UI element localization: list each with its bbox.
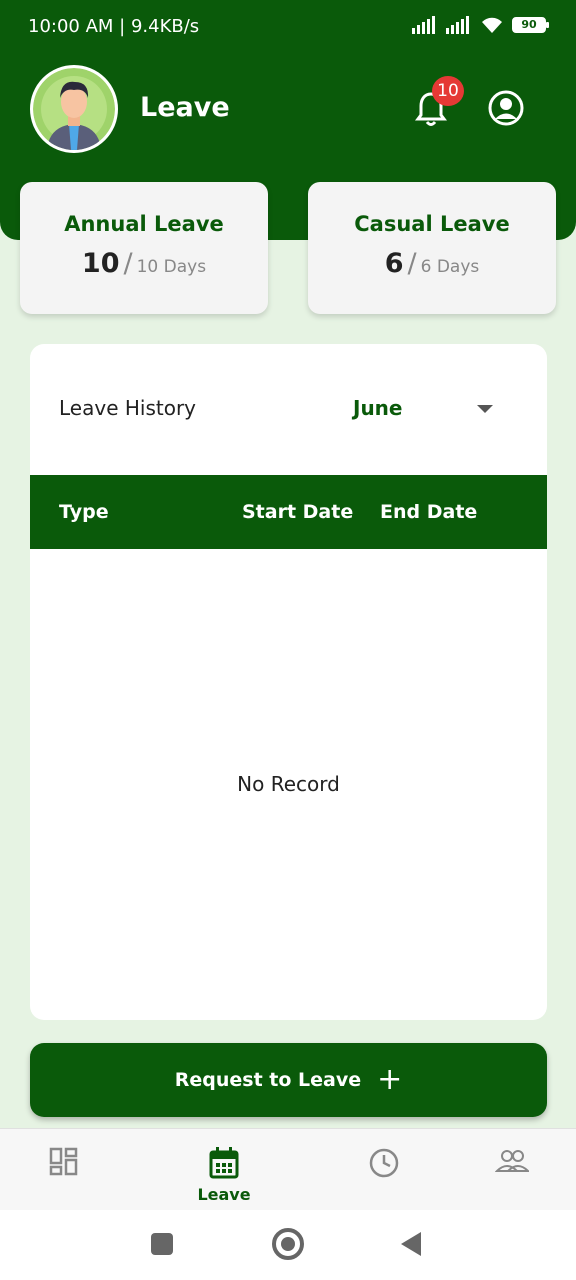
dashboard-icon [49,1147,78,1176]
dropdown-arrow-icon[interactable] [477,405,493,413]
annual-leave-values: 10/10 Days [20,248,268,279]
column-type: Type [59,501,109,523]
empty-state-text: No Record [237,772,340,796]
system-navigation-bar [0,1210,576,1280]
notification-badge: 10 [432,76,464,106]
column-start-date: Start Date [242,501,354,523]
annual-leave-total: 10 Days [136,257,207,277]
nav-team[interactable] [482,1147,542,1181]
leave-history-title: Leave History [59,396,197,420]
page-title: Leave [140,92,230,123]
casual-leave-title: Casual Leave [354,212,510,236]
month-dropdown[interactable]: June [353,396,402,420]
calendar-icon [209,1147,239,1179]
profile-icon[interactable] [488,90,524,126]
signal-icon-2 [446,16,469,34]
nav-dashboard[interactable] [34,1147,94,1181]
nav-attendance[interactable] [354,1147,414,1183]
table-header: Type Start Date End Date [30,475,547,549]
annual-leave-title: Annual Leave [64,212,224,236]
signal-icon [412,16,435,34]
status-time: 10:00 AM | 9.4KB/s [28,16,200,37]
recent-apps-button[interactable] [151,1233,173,1255]
clock-icon [369,1148,399,1178]
home-button[interactable] [272,1228,304,1260]
request-leave-button[interactable]: Request to Leave + [30,1043,547,1117]
people-icon [494,1150,531,1172]
back-button[interactable] [401,1232,421,1256]
separator: / [123,248,133,279]
battery-icon: 90 [512,17,549,33]
nav-leave[interactable]: Leave [194,1147,254,1204]
separator: / [407,248,417,279]
nav-leave-label: Leave [197,1185,251,1204]
status-icons: 90 [412,16,549,34]
casual-leave-values: 6/6 Days [308,248,556,279]
annual-leave-used: 10 [81,248,120,279]
casual-leave-card: Casual Leave 6/6 Days [308,182,556,314]
status-bar: 10:00 AM | 9.4KB/s 90 [0,0,576,56]
plus-icon: + [377,1062,403,1097]
leave-history-panel: Leave History June Type Start Date End D… [30,344,547,1020]
casual-leave-total: 6 Days [420,257,480,277]
wifi-icon [482,17,502,33]
column-end-date: End Date [380,501,478,523]
avatar[interactable] [30,65,118,153]
casual-leave-used: 6 [384,248,404,279]
request-leave-label: Request to Leave [174,1069,362,1091]
avatar-illustration [33,68,115,150]
annual-leave-card: Annual Leave 10/10 Days [20,182,268,314]
bottom-navigation: Leave [0,1128,576,1210]
